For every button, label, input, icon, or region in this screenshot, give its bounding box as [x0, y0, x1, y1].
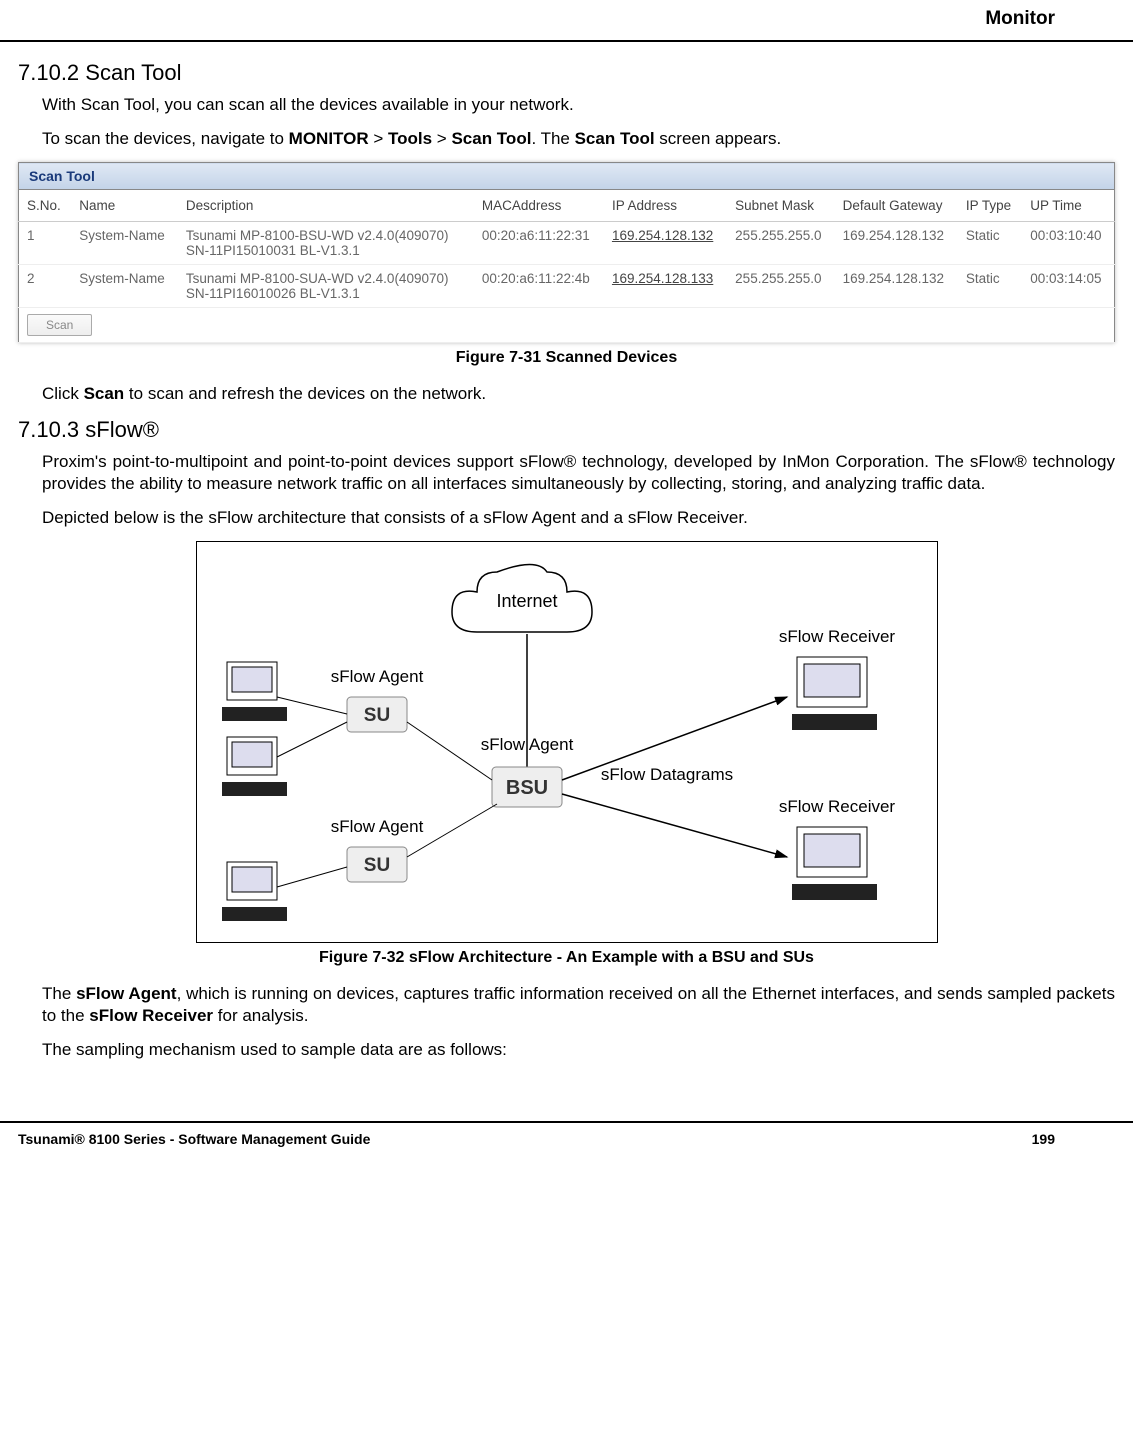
pc-icon	[222, 662, 287, 721]
diagram-internet-label: Internet	[496, 591, 557, 611]
su-node-bottom: sFlow Agent SU	[330, 817, 423, 882]
su-node-top: sFlow Agent SU	[330, 667, 423, 732]
table-row: 2 System-Name Tsunami MP-8100-SUA-WD v2.…	[19, 265, 1115, 308]
col-desc: Description	[178, 190, 474, 222]
section-title-sflow: 7.10.3 sFlow®	[18, 417, 1115, 443]
sflow-after-para1: The sFlow Agent, which is running on dev…	[42, 983, 1115, 1027]
svg-text:BSU: BSU	[505, 777, 547, 799]
section-title-scan-tool: 7.10.2 Scan Tool	[18, 60, 1115, 86]
ip-link[interactable]: 169.254.128.132	[612, 228, 713, 243]
svg-text:SU: SU	[363, 855, 389, 876]
col-mask: Subnet Mask	[727, 190, 834, 222]
scan-tool-titlebar: Scan Tool	[19, 163, 1115, 190]
sflow-architecture-diagram: Internet sFlow Agent BSU sFlow Agent SU …	[196, 541, 938, 943]
scan-tool-nav-sentence: To scan the devices, navigate to MONITOR…	[42, 128, 1115, 150]
diagram-datagrams-label: sFlow Datagrams	[600, 765, 732, 784]
pc-icon	[222, 862, 287, 921]
page-footer: Tsunami® 8100 Series - Software Manageme…	[0, 1123, 1133, 1147]
svg-text:SU: SU	[363, 705, 389, 726]
svg-text:sFlow Agent: sFlow Agent	[480, 735, 573, 754]
footer-doc-title: Tsunami® 8100 Series - Software Manageme…	[18, 1131, 370, 1147]
pc-icon	[222, 737, 287, 796]
col-ip: IP Address	[604, 190, 727, 222]
figure-caption-31: Figure 7-31 Scanned Devices	[18, 349, 1115, 367]
scan-tool-intro: With Scan Tool, you can scan all the dev…	[42, 94, 1115, 116]
sflow-para2: Depicted below is the sFlow architecture…	[42, 507, 1115, 529]
footer-page-number: 199	[1032, 1131, 1055, 1147]
col-gw: Default Gateway	[835, 190, 958, 222]
sflow-receiver-top: sFlow Receiver	[778, 627, 895, 730]
svg-text:sFlow Receiver: sFlow Receiver	[778, 627, 895, 646]
col-uptime: UP Time	[1022, 190, 1114, 222]
col-mac: MACAddress	[474, 190, 604, 222]
scan-tool-header-row: S.No. Name Description MACAddress IP Add…	[19, 190, 1115, 222]
sflow-after-para2: The sampling mechanism used to sample da…	[42, 1039, 1115, 1061]
bsu-node: sFlow Agent BSU	[480, 735, 573, 807]
scan-tool-table: Scan Tool S.No. Name Description MACAddr…	[18, 162, 1115, 343]
col-name: Name	[71, 190, 178, 222]
svg-text:sFlow Agent: sFlow Agent	[330, 667, 423, 686]
page-header: Monitor	[0, 0, 1133, 42]
scan-button[interactable]: Scan	[27, 314, 92, 336]
internet-cloud-icon: Internet	[452, 565, 592, 633]
sflow-receiver-bottom: sFlow Receiver	[778, 797, 895, 900]
svg-text:sFlow Agent: sFlow Agent	[330, 817, 423, 836]
col-sno: S.No.	[19, 190, 72, 222]
svg-text:sFlow Receiver: sFlow Receiver	[778, 797, 895, 816]
scan-tool-click-sentence: Click Scan to scan and refresh the devic…	[42, 383, 1115, 405]
col-iptype: IP Type	[958, 190, 1022, 222]
ip-link[interactable]: 169.254.128.133	[612, 271, 713, 286]
table-row: 1 System-Name Tsunami MP-8100-BSU-WD v2.…	[19, 222, 1115, 265]
header-section-name: Monitor	[985, 8, 1055, 29]
sflow-para1: Proxim's point-to-multipoint and point-t…	[42, 451, 1115, 495]
figure-caption-32: Figure 7-32 sFlow Architecture - An Exam…	[18, 949, 1115, 967]
